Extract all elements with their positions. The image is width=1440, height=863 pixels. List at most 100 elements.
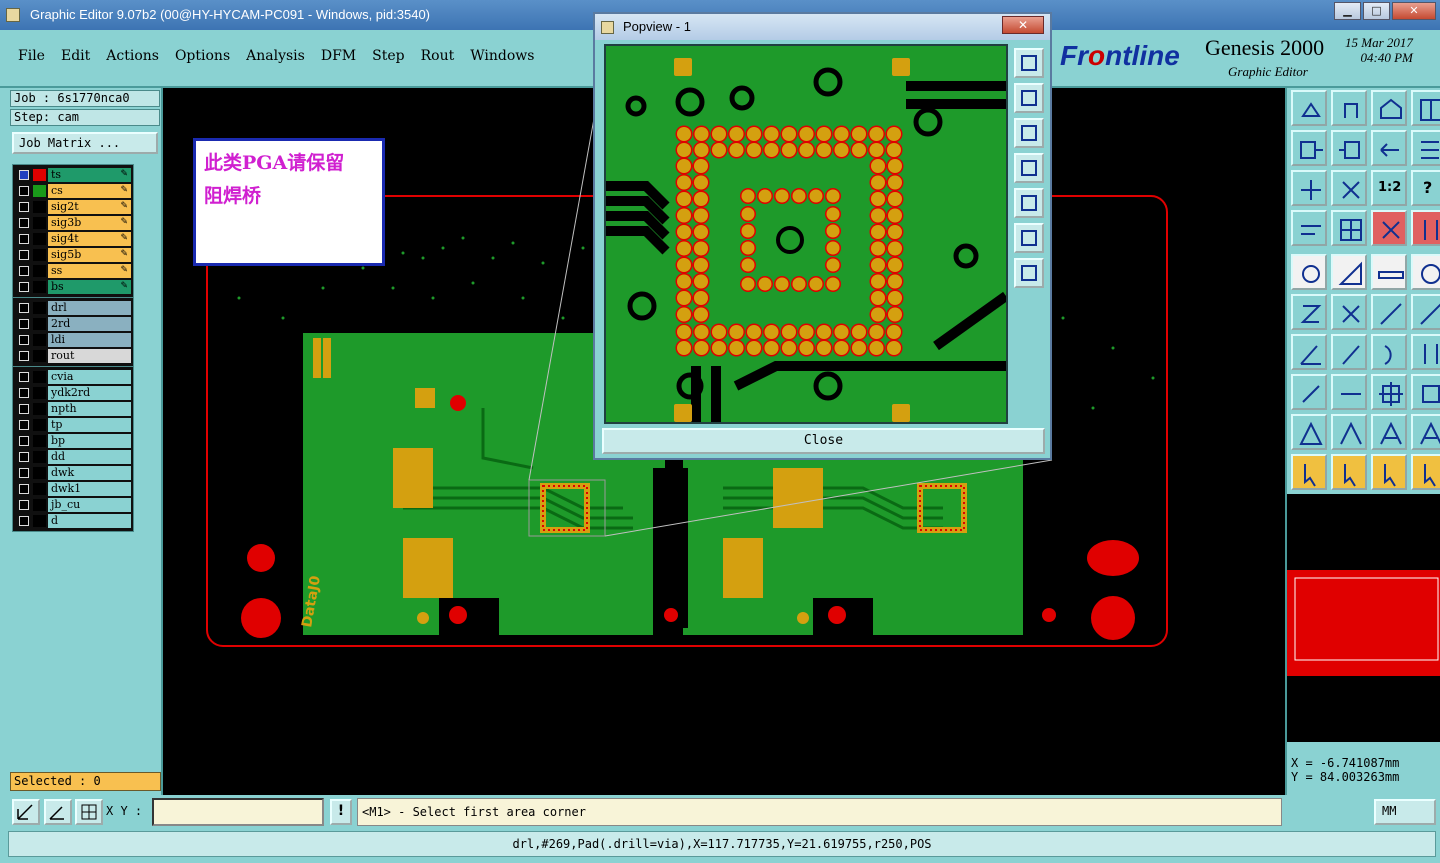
- layer-name[interactable]: 2rd: [48, 317, 131, 331]
- layer-row-bp[interactable]: bp: [13, 433, 133, 449]
- layer-checkbox[interactable]: [19, 282, 29, 292]
- menu-actions[interactable]: Actions: [98, 48, 167, 64]
- select-up-icon[interactable]: [1331, 90, 1367, 126]
- layer-checkbox[interactable]: [19, 218, 29, 228]
- layer-row-cs[interactable]: cs ✎: [13, 183, 133, 199]
- line-icon[interactable]: [1371, 294, 1407, 330]
- layer-checkbox[interactable]: [19, 303, 29, 313]
- layer-name[interactable]: d: [48, 514, 131, 528]
- tri2-icon[interactable]: [1331, 414, 1367, 450]
- warning-button[interactable]: !: [330, 799, 352, 825]
- layer-row-ydk2rd[interactable]: ydk2rd: [13, 385, 133, 401]
- layer-row-sig5b[interactable]: sig5b ✎: [13, 247, 133, 263]
- pointer-icon[interactable]: [1291, 454, 1327, 490]
- undo-icon[interactable]: [1371, 130, 1407, 166]
- layer-color-swatch[interactable]: [33, 302, 46, 314]
- layer-name[interactable]: sig2t ✎: [48, 200, 131, 214]
- minimize-button[interactable]: ▁: [1334, 2, 1361, 20]
- layer-row-ts[interactable]: ts ✎: [13, 167, 133, 183]
- target-icon[interactable]: [1371, 374, 1407, 410]
- pointer2-icon[interactable]: [1331, 454, 1367, 490]
- zoom-out-icon[interactable]: [1014, 258, 1044, 288]
- menu-windows[interactable]: Windows: [462, 48, 542, 64]
- layer-name[interactable]: cvia: [48, 370, 131, 384]
- pointer3-icon[interactable]: [1371, 454, 1407, 490]
- layer-color-swatch[interactable]: [33, 249, 46, 261]
- overview-svg[interactable]: [1287, 494, 1440, 742]
- menu-dfm[interactable]: DFM: [313, 48, 364, 64]
- pan-down-icon[interactable]: [1014, 118, 1044, 148]
- move-icon[interactable]: [1411, 374, 1440, 410]
- layer-checkbox[interactable]: [19, 266, 29, 276]
- layer-row-sig4t[interactable]: sig4t ✎: [13, 231, 133, 247]
- layer-row-sig2t[interactable]: sig2t ✎: [13, 199, 133, 215]
- layer-checkbox[interactable]: [19, 484, 29, 494]
- layer-color-swatch[interactable]: [33, 467, 46, 479]
- layer-row-ss[interactable]: ss ✎: [13, 263, 133, 279]
- zoom-icon[interactable]: [1331, 170, 1367, 206]
- layer-checkbox[interactable]: [19, 250, 29, 260]
- layer-row-dd[interactable]: dd: [13, 449, 133, 465]
- layer-checkbox[interactable]: [19, 372, 29, 382]
- layer-color-swatch[interactable]: [33, 318, 46, 330]
- grid-toggle-icon[interactable]: [1331, 210, 1367, 246]
- popview-svg[interactable]: [606, 46, 1006, 422]
- pan-up-icon[interactable]: [1014, 83, 1044, 113]
- layer-row-dwk1[interactable]: dwk1: [13, 481, 133, 497]
- grid-view-icon[interactable]: [1411, 90, 1440, 126]
- ruler-icon[interactable]: [1371, 254, 1407, 290]
- surface-icon[interactable]: [1331, 254, 1367, 290]
- layer-checkbox[interactable]: [19, 388, 29, 398]
- layer-checkbox[interactable]: [19, 436, 29, 446]
- layer-row-d[interactable]: d: [13, 513, 133, 529]
- tri-icon[interactable]: [1291, 414, 1327, 450]
- layer-color-swatch[interactable]: [33, 217, 46, 229]
- menu-file[interactable]: File: [10, 48, 53, 64]
- menu-analysis[interactable]: Analysis: [238, 48, 313, 64]
- layer-checkbox[interactable]: [19, 404, 29, 414]
- menu-options[interactable]: Options: [167, 48, 238, 64]
- connect-icon[interactable]: [1291, 294, 1327, 330]
- layer-name[interactable]: ts ✎: [48, 168, 131, 182]
- bracket-icon[interactable]: [1411, 334, 1440, 370]
- layer-checkbox[interactable]: [19, 202, 29, 212]
- zoom-in-icon[interactable]: [1014, 223, 1044, 253]
- layer-row-rout[interactable]: rout: [13, 348, 133, 364]
- layer-name[interactable]: rout: [48, 349, 131, 363]
- layer-checkbox[interactable]: [19, 500, 29, 510]
- layer-color-swatch[interactable]: [33, 515, 46, 527]
- layer-name[interactable]: cs ✎: [48, 184, 131, 198]
- layer-color-swatch[interactable]: [33, 403, 46, 415]
- layer-color-swatch[interactable]: [33, 435, 46, 447]
- layer-row-dwk[interactable]: dwk: [13, 465, 133, 481]
- layer-color-swatch[interactable]: [33, 185, 46, 197]
- layer-row-drl[interactable]: drl: [13, 300, 133, 316]
- layer-row-ldi[interactable]: ldi: [13, 332, 133, 348]
- layer-name[interactable]: ydk2rd: [48, 386, 131, 400]
- layer-color-swatch[interactable]: [33, 419, 46, 431]
- layer-checkbox[interactable]: [19, 452, 29, 462]
- layer-name[interactable]: bp: [48, 434, 131, 448]
- layer-name[interactable]: dd: [48, 450, 131, 464]
- layer-row-jb_cu[interactable]: jb_cu: [13, 497, 133, 513]
- help-icon[interactable]: ?: [1411, 170, 1440, 206]
- layer-row-cvia[interactable]: cvia: [13, 369, 133, 385]
- layer-name[interactable]: ss ✎: [48, 264, 131, 278]
- layer-name[interactable]: jb_cu: [48, 498, 131, 512]
- layer-color-swatch[interactable]: [33, 499, 46, 511]
- arch-icon[interactable]: [1371, 414, 1407, 450]
- layer-checkbox[interactable]: [19, 170, 29, 180]
- layer-name[interactable]: sig3b ✎: [48, 216, 131, 230]
- zoom-home-icon[interactable]: [1014, 48, 1044, 78]
- line2-icon[interactable]: [1411, 294, 1440, 330]
- layer-checkbox[interactable]: [19, 186, 29, 196]
- layer-color-swatch[interactable]: [33, 169, 46, 181]
- menu-step[interactable]: Step: [364, 48, 412, 64]
- popview-canvas[interactable]: [604, 44, 1008, 424]
- arc-icon[interactable]: [1371, 334, 1407, 370]
- close-window-button[interactable]: ✕: [1392, 2, 1436, 20]
- house-icon[interactable]: [1371, 90, 1407, 126]
- xy-input[interactable]: [152, 798, 324, 826]
- zoom-fit-icon[interactable]: [1291, 170, 1327, 206]
- popview-close-icon[interactable]: ✕: [1002, 16, 1044, 34]
